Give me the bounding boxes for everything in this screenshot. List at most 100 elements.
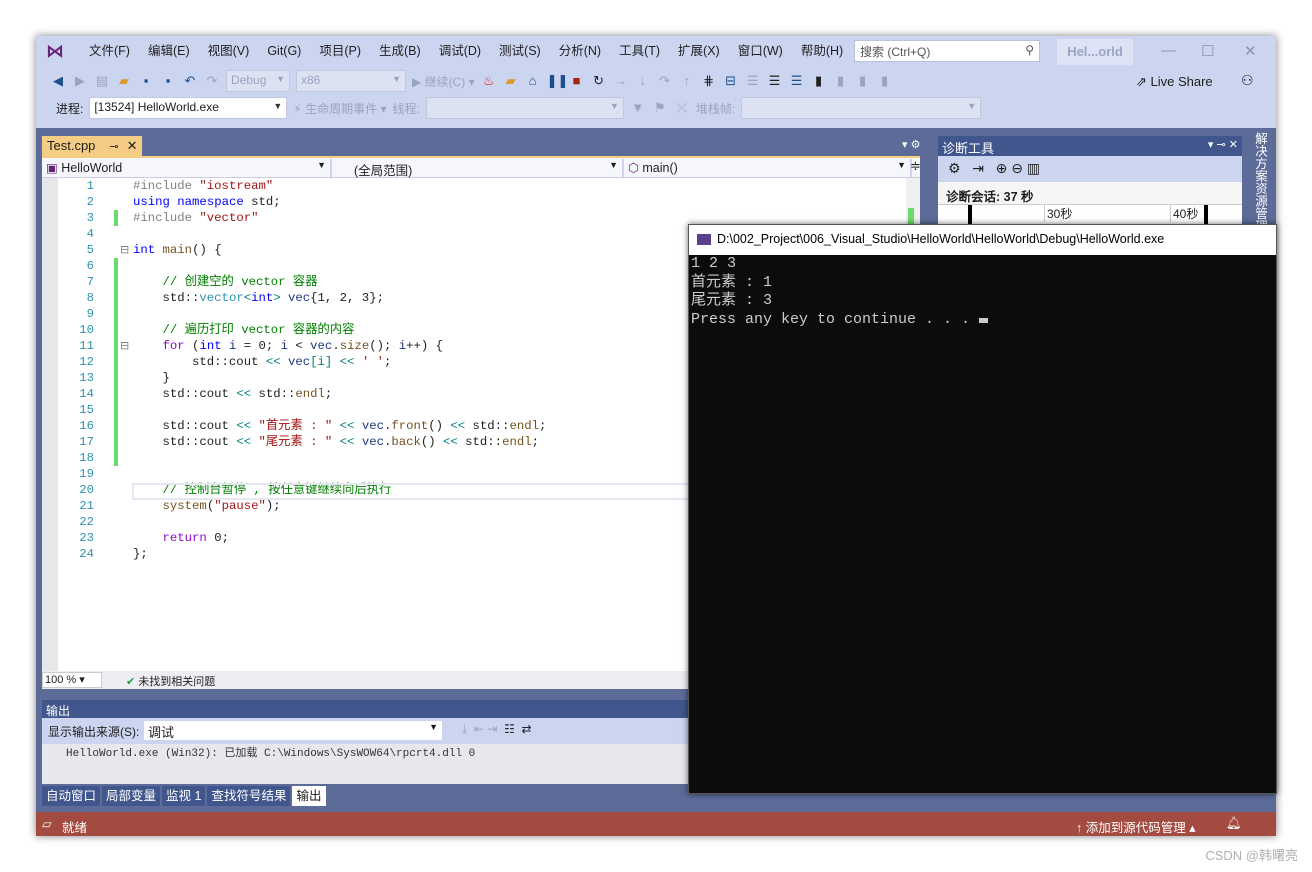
bottom-tab[interactable]: 局部变量 <box>102 786 161 806</box>
menu-item[interactable]: 窗口(W) <box>729 42 792 60</box>
live-share-button[interactable]: ⇗ Live Share <box>1136 74 1213 90</box>
undo-icon[interactable]: ↶ <box>182 73 198 89</box>
chart-icon[interactable]: ▥ <box>1027 160 1040 176</box>
panel-controls-icon[interactable]: ▾ ⊸ ✕ <box>1208 138 1238 151</box>
process-dropdown[interactable]: [13524] HelloWorld.exe ▼ <box>89 97 288 119</box>
format-icon[interactable]: ☰ <box>789 73 805 89</box>
thread-dropdown[interactable]: ▼ <box>425 97 624 119</box>
open-folder-icon[interactable]: ▰ <box>116 73 132 89</box>
next-bookmark-icon[interactable]: ▮ <box>855 73 871 89</box>
line-number: 6 <box>86 259 94 273</box>
step-into-icon[interactable]: ↓ <box>635 73 651 89</box>
hot-reload-icon[interactable]: ♨ <box>481 73 497 89</box>
project-dropdown[interactable]: ▣ HelloWorld ▼ <box>42 159 332 177</box>
code-text: std::cout << "尾元素 : " << vec.back() << s… <box>133 434 539 450</box>
search-input[interactable]: 搜索 (Ctrl+Q) ⚲ <box>854 40 1040 62</box>
output-source-dropdown[interactable]: 调试 ▼ <box>144 721 442 740</box>
lifecycle-events-button[interactable]: ⚡ 生命周期事件 ▾ <box>293 100 386 117</box>
stack-frame-dropdown[interactable]: ▼ <box>741 97 982 119</box>
close-button[interactable]: ✕ <box>1244 42 1257 60</box>
continue-button[interactable]: ▶ 继续(C) ▾ <box>412 73 475 90</box>
issues-indicator[interactable]: ✔ 未找到相关问题 <box>126 673 215 689</box>
menu-item[interactable]: 工具(T) <box>610 42 669 60</box>
diagnostics-header: 诊断工具 ▾ ⊸ ✕ <box>938 136 1242 156</box>
save-all-icon[interactable]: ▪ <box>160 73 176 89</box>
zoom-dropdown[interactable]: 100 % ▾ <box>42 672 102 688</box>
maximize-button[interactable]: ☐ <box>1201 42 1214 60</box>
code-token: ; <box>383 355 392 369</box>
hide-threads-icon[interactable]: ⤫ <box>674 100 690 116</box>
minimize-button[interactable]: — <box>1161 42 1176 59</box>
zoom-out-icon[interactable]: ⊖ <box>1011 160 1023 176</box>
pause-icon[interactable]: ❚❚ <box>547 73 569 89</box>
settings-icon[interactable]: ⚙ <box>948 160 961 176</box>
menu-item[interactable]: 分析(N) <box>550 42 610 60</box>
menu-item[interactable]: 生成(B) <box>370 42 430 60</box>
menu-item[interactable]: 项目(P) <box>310 42 370 60</box>
feedback-icon[interactable]: ⚇ <box>1241 72 1254 89</box>
notifications-icon[interactable]: 🔔︎ <box>1226 816 1242 831</box>
find-files-icon[interactable]: ▰ <box>503 73 519 89</box>
zoom-in-icon[interactable]: ⊕ <box>996 160 1008 176</box>
timeline-ruler[interactable]: 30秒 40秒 <box>938 204 1242 225</box>
menu-item[interactable]: 测试(S) <box>490 42 550 60</box>
line-number: 8 <box>86 291 94 305</box>
bottom-tab[interactable]: 监视 1 <box>162 786 206 806</box>
split-icon[interactable]: ≑ <box>910 158 921 174</box>
platform-dropdown[interactable]: x86 ▼ <box>296 70 406 92</box>
clear-bookmarks-icon[interactable]: ▮ <box>877 73 893 89</box>
member-dropdown[interactable]: ⬡ main() ▼ <box>624 159 912 177</box>
code-token: std::cout <box>133 435 237 449</box>
uncomment-icon[interactable]: ☰ <box>745 73 761 89</box>
breakpoint-icon[interactable]: ⊟ <box>723 73 739 89</box>
forward-icon[interactable]: ▶ <box>72 73 88 89</box>
bookmark-icon[interactable]: ▮ <box>811 73 827 89</box>
tab-test-cpp[interactable]: Test.cpp ⊸ ✕ <box>42 136 142 156</box>
menu-item[interactable]: 文件(F) <box>80 42 139 60</box>
menu-item[interactable]: 调试(D) <box>430 42 490 60</box>
comment-icon[interactable]: ☰ <box>767 73 783 89</box>
toggle-flag-icon[interactable]: ⚑ <box>652 100 668 116</box>
tab-options-icon[interactable]: ▾ ⚙ <box>902 138 920 151</box>
menu-item[interactable]: 扩展(X) <box>669 42 729 60</box>
prev-bookmark-icon[interactable]: ▮ <box>833 73 849 89</box>
tab-close-icon[interactable]: ✕ <box>127 138 138 153</box>
stop-icon[interactable]: ■ <box>569 73 585 89</box>
bottom-tab[interactable]: 输出 <box>292 786 326 806</box>
step-over-icon[interactable]: ↷ <box>657 73 673 89</box>
back-icon[interactable]: ◀ <box>50 73 66 89</box>
filter-icon[interactable]: ▼ <box>630 100 646 116</box>
collapse-icon[interactable]: ⊟ <box>120 338 129 354</box>
bottom-tab[interactable]: 自动窗口 <box>42 786 101 806</box>
scope-dropdown[interactable]: (全局范围) ▼ <box>332 159 624 178</box>
new-item-icon[interactable]: ▤ <box>94 73 110 89</box>
code-token: << <box>450 419 466 433</box>
restart-icon[interactable]: ↻ <box>591 73 607 89</box>
config-value: Debug <box>231 73 267 87</box>
output-toolbar-icons[interactable]: ⤓ ⇤ ⇥ ☷ ⇄ <box>462 722 532 737</box>
collapse-icon[interactable]: ⊟ <box>120 242 129 258</box>
pin-icon[interactable]: ⊸ <box>109 141 118 153</box>
menu-item[interactable]: 帮助(H) <box>792 42 852 60</box>
redo-icon[interactable]: ↷ <box>204 73 220 89</box>
console-window[interactable]: D:\002_Project\006_Visual_Studio\HelloWo… <box>688 224 1277 794</box>
source-control-button[interactable]: ↑ 添加到源代码管理 ▴ <box>1076 817 1196 836</box>
hex-display-icon[interactable]: ⋕ <box>701 73 717 89</box>
live-share-label: Live Share <box>1150 74 1213 89</box>
code-token: << <box>265 355 281 369</box>
console-title-bar[interactable]: D:\002_Project\006_Visual_Studio\HelloWo… <box>689 225 1276 255</box>
show-next-statement-icon[interactable]: → <box>613 73 629 89</box>
home-icon[interactable]: ⌂ <box>525 73 541 89</box>
config-dropdown[interactable]: Debug ▼ <box>226 70 290 92</box>
menu-item[interactable]: 编辑(E) <box>139 42 199 60</box>
bottom-tab[interactable]: 查找符号结果 <box>207 786 291 806</box>
save-icon[interactable]: ▪ <box>138 73 154 89</box>
step-out-icon[interactable]: ↑ <box>679 73 695 89</box>
menu-item[interactable]: 视图(V) <box>199 42 259 60</box>
export-icon[interactable]: ⇥ <box>972 160 984 176</box>
solution-title: Hel...orld <box>1057 39 1133 65</box>
menu-item[interactable]: Git(G) <box>258 42 310 60</box>
